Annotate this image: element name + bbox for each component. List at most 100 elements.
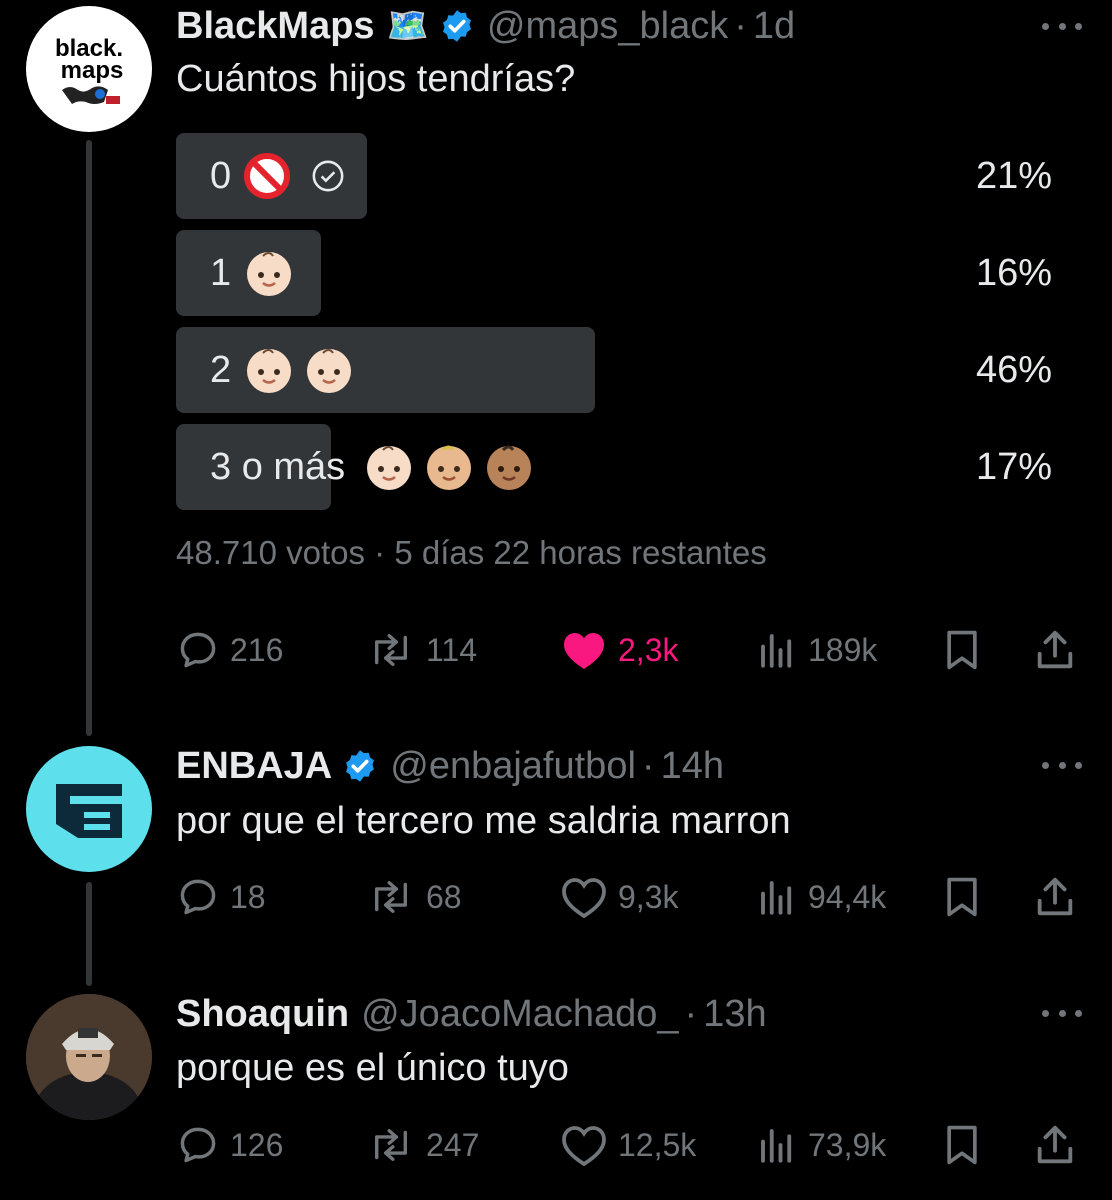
retweet-button[interactable]: 114: [366, 625, 477, 675]
separator-dot: ·: [684, 992, 698, 1035]
retweet-count: 247: [426, 1126, 480, 1163]
tweet-header: BlackMaps 🗺️ @maps_black · 1d: [176, 2, 795, 50]
retweet-button[interactable]: 247: [366, 1120, 479, 1170]
more-options-icon[interactable]: [1042, 20, 1082, 32]
like-button[interactable]: 9,3k: [560, 872, 678, 922]
more-options-icon[interactable]: [1042, 1007, 1082, 1019]
reply-count: 18: [230, 878, 266, 915]
share-button[interactable]: [1032, 872, 1088, 922]
views-chart-icon: [761, 881, 792, 915]
action-bar: 18 68 9,3k 94,4k: [176, 872, 1080, 922]
retweet-icon: [375, 881, 407, 913]
action-bar: 126 247 12,5k 73,9k: [176, 1120, 1080, 1170]
poll-percentage: 46%: [975, 348, 1052, 391]
like-button[interactable]: 2,3k: [560, 625, 678, 675]
heart-icon: [562, 878, 606, 919]
like-count: 12,5k: [618, 1126, 697, 1163]
tweet-text: Cuántos hijos tendrías?: [176, 58, 576, 100]
poll-option-label: 2: [210, 348, 232, 391]
views-button[interactable]: 189k: [756, 625, 877, 675]
avatar-enbaja[interactable]: [26, 746, 152, 872]
view-count: 189k: [808, 631, 878, 668]
map-emoji-icon: 🗺️: [386, 7, 429, 45]
reply-count: 126: [230, 1126, 284, 1163]
display-name[interactable]: Shoaquin: [176, 993, 349, 1036]
timestamp[interactable]: 13h: [703, 993, 766, 1036]
bookmark-button[interactable]: [940, 872, 994, 922]
poll-option-label: 3 o más: [210, 445, 346, 488]
reply-icon: [180, 632, 216, 668]
views-button[interactable]: 94,4k: [756, 872, 886, 922]
tweet-text: por que el tercero me saldria marron: [176, 800, 791, 842]
tweet-header: ENBAJA @enbajafutbol · 14h: [176, 742, 724, 790]
bookmark-icon: [947, 630, 977, 670]
bookmark-icon: [947, 877, 977, 917]
reply-button[interactable]: 18: [176, 872, 266, 922]
poll-percentage: 21%: [975, 154, 1052, 197]
poll-percentage: 17%: [975, 445, 1052, 488]
views-button[interactable]: 73,9k: [756, 1120, 886, 1170]
poll-option[interactable]: 0 21%: [176, 133, 1052, 219]
poll-option-label: 1: [210, 251, 232, 294]
thread-connector: [86, 882, 92, 986]
display-name[interactable]: BlackMaps: [176, 5, 375, 48]
view-count: 73,9k: [808, 1126, 887, 1163]
prohibited-icon: [243, 152, 291, 200]
vote-count: 48.710 votos: [176, 534, 365, 571]
poll-option[interactable]: 1 16%: [176, 230, 1052, 316]
retweet-button[interactable]: 68: [366, 872, 462, 922]
user-handle[interactable]: @JoacoMachado_: [361, 993, 678, 1036]
bookmark-button[interactable]: [940, 625, 994, 675]
user-handle[interactable]: @maps_black: [487, 5, 728, 48]
bookmark-button[interactable]: [940, 1120, 994, 1170]
reply-button[interactable]: 126: [176, 1120, 283, 1170]
action-bar: 216 114 2,3k 189k: [176, 625, 1080, 675]
views-chart-icon: [761, 1129, 792, 1163]
reply-button[interactable]: 216: [176, 625, 283, 675]
views-chart-icon: [761, 634, 792, 668]
poll-option[interactable]: 2 46%: [176, 327, 1052, 413]
selected-check-icon: [311, 159, 345, 193]
verified-badge-icon: [342, 748, 378, 784]
retweet-icon: [375, 634, 407, 666]
poll-summary: 48.710 votos · 5 días 22 horas restantes: [176, 534, 767, 571]
user-handle[interactable]: @enbajafutbol: [390, 745, 636, 788]
like-count: 2,3k: [618, 631, 679, 668]
share-button[interactable]: [1032, 1120, 1088, 1170]
display-name[interactable]: ENBAJA: [176, 745, 332, 788]
baby-emoji-icon: [363, 441, 535, 493]
tweet-header: Shoaquin @JoacoMachado_ · 13h: [176, 990, 767, 1038]
timestamp[interactable]: 1d: [753, 5, 795, 48]
view-count: 94,4k: [808, 878, 887, 915]
retweet-count: 114: [426, 631, 478, 668]
reply-icon: [180, 1127, 216, 1163]
timestamp[interactable]: 14h: [661, 745, 724, 788]
thread-connector: [86, 140, 92, 736]
poll-option[interactable]: 3 o más 17%: [176, 424, 1052, 510]
retweet-icon: [375, 1129, 407, 1161]
svg-text:maps: maps: [61, 57, 124, 84]
share-icon: [1037, 630, 1073, 669]
more-options-icon[interactable]: [1042, 759, 1082, 771]
tweet-text: porque es el único tuyo: [176, 1047, 569, 1089]
time-remaining: 5 días 22 horas restantes: [394, 534, 767, 571]
like-button[interactable]: 12,5k: [560, 1120, 696, 1170]
avatar-shoaquin[interactable]: [26, 994, 152, 1120]
baby-emoji-icon: [243, 344, 355, 396]
share-icon: [1037, 877, 1073, 916]
like-count: 9,3k: [618, 878, 679, 915]
share-button[interactable]: [1032, 625, 1088, 675]
baby-emoji-icon: [243, 247, 295, 299]
reply-icon: [180, 879, 216, 915]
bookmark-icon: [947, 1125, 977, 1165]
avatar-blackmaps[interactable]: black. maps: [26, 6, 152, 132]
verified-badge-icon: [439, 8, 475, 44]
reply-count: 216: [230, 631, 284, 668]
poll-option-label: 0: [210, 154, 232, 197]
poll-percentage: 16%: [975, 251, 1052, 294]
share-icon: [1037, 1125, 1073, 1164]
heart-filled-icon: [564, 633, 604, 669]
separator-dot: ·: [641, 744, 655, 787]
heart-icon: [562, 1126, 606, 1167]
retweet-count: 68: [426, 878, 462, 915]
